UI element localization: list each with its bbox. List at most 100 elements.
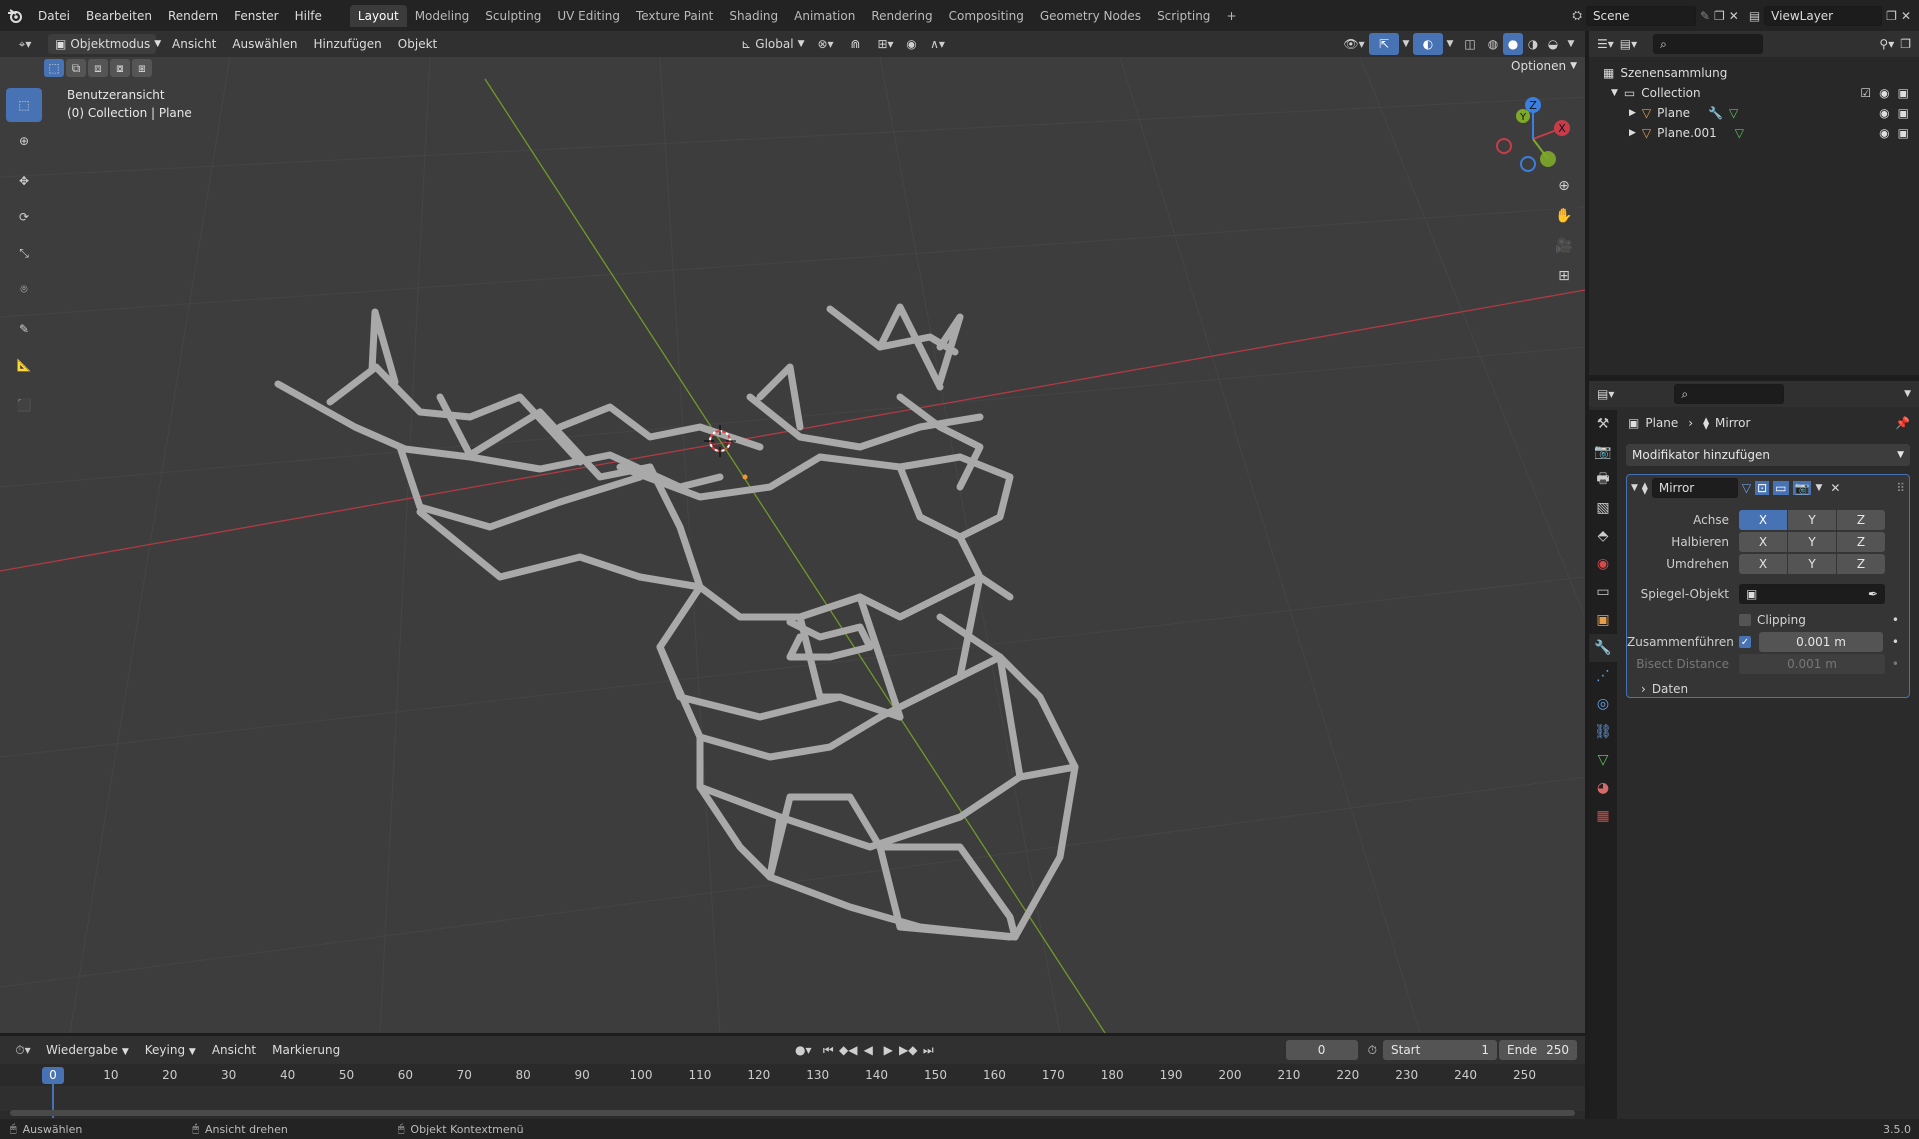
eye-icon[interactable]: ◉ (1879, 86, 1889, 100)
prev-keyframe-icon[interactable]: ◆◀ (838, 1039, 858, 1061)
flip-y-button[interactable]: Y (1788, 554, 1836, 574)
wireframe-shading-icon[interactable]: ◍ (1483, 33, 1503, 55)
menu-rendern[interactable]: Rendern (160, 5, 226, 27)
outliner-editor-icon[interactable]: ☰▾ (1597, 37, 1614, 51)
object-tab-icon[interactable]: ▣ (1589, 606, 1617, 634)
keyframe-dot-icon[interactable]: • (1892, 635, 1899, 649)
particles-tab-icon[interactable]: ⋰ (1589, 662, 1617, 690)
falloff-icon[interactable]: ∧▾ (923, 33, 953, 55)
constraints-tab-icon[interactable]: ⛓ (1589, 718, 1617, 746)
3d-viewport[interactable]: ⬚ ⧉ ⧈ ⧇ ⧆ Benutzeransicht (0) Collection… (0, 57, 1585, 1033)
outliner-row-plane-001[interactable]: ▶ ▽ Plane.001 ▽ ◉ ▣ (1595, 123, 1913, 143)
menu-bearbeiten[interactable]: Bearbeiten (78, 5, 160, 27)
menu-objekt[interactable]: Objekt (390, 33, 445, 55)
disclosure-closed-icon[interactable]: ▶ (1629, 108, 1636, 118)
new-scene-icon[interactable]: ❐ (1714, 9, 1725, 23)
checkbox-icon[interactable]: ☑ (1860, 86, 1871, 100)
camera-icon[interactable]: 🎥 (1551, 234, 1577, 258)
merge-distance-field[interactable]: 0.001 m (1759, 632, 1883, 652)
navigation-gizmo[interactable]: X Z Y (1488, 94, 1578, 184)
zoom-icon[interactable]: ⊕ (1551, 174, 1577, 198)
timeline-area[interactable]: 10 20 30 40 50 60 70 80 90 100 110 120 130 140 150 160 1… (0, 1064, 1585, 1119)
menu-hilfe[interactable]: Hilfe (287, 5, 330, 27)
render-tab-icon[interactable]: 📷 (1589, 438, 1617, 466)
tab-shading[interactable]: Shading (721, 5, 786, 27)
tab-modeling[interactable]: Modeling (407, 5, 478, 27)
jump-end-icon[interactable]: ⏭ (918, 1039, 938, 1061)
snap-icon[interactable]: ⋒ (841, 33, 871, 55)
filter-icon[interactable]: ⚲▾ (1879, 37, 1894, 51)
pivot-point-icon[interactable]: ⊗▾ (811, 33, 841, 55)
modifier-name-field[interactable]: Mirror (1651, 478, 1738, 498)
texture-tab-icon[interactable]: ▦ (1589, 802, 1617, 830)
chevron-down-icon[interactable]: ▼ (1815, 483, 1822, 493)
move-tool-icon[interactable]: ✥ (6, 164, 42, 198)
pin-icon[interactable]: ✎ (1700, 9, 1710, 23)
jump-start-icon[interactable]: ⏮ (818, 1039, 838, 1061)
material-shading-icon[interactable]: ◑ (1523, 33, 1543, 55)
end-frame-field[interactable]: Ende 250 (1499, 1040, 1577, 1060)
tab-scripting[interactable]: Scripting (1149, 5, 1218, 27)
merge-checkbox[interactable]: ✓ (1739, 636, 1751, 648)
mesh-data-icon[interactable]: ▽ (1735, 126, 1744, 140)
properties-editor-icon[interactable]: ▤▾ (1597, 387, 1614, 401)
transform-orientation-dropdown[interactable]: ⊾ Global ▼ (735, 37, 810, 51)
scene-name-field[interactable]: Scene (1585, 5, 1696, 26)
data-subpanel[interactable]: › Daten (1627, 675, 1909, 703)
editmode-icon[interactable]: ⊡ (1755, 481, 1770, 495)
menu-fenster[interactable]: Fenster (226, 5, 287, 27)
close-icon[interactable]: ✕ (1830, 481, 1840, 495)
tab-compositing[interactable]: Compositing (941, 5, 1032, 27)
rendered-shading-icon[interactable]: ◒ (1543, 33, 1563, 55)
mode-dropdown[interactable]: ▣ Objektmodus ▼ (48, 34, 161, 54)
snap-target-icon[interactable]: ⊞▾ (871, 33, 901, 55)
add-cube-tool-icon[interactable]: ⬛ (6, 388, 42, 422)
gizmo-dropdown-icon[interactable]: ▼ (1399, 33, 1413, 55)
view-layer-selector[interactable]: ▤ ViewLayer ❐ ✕ (1749, 5, 1911, 26)
chevron-down-icon[interactable]: ▼ (1904, 389, 1911, 399)
timeline-scrollbar[interactable] (10, 1110, 1575, 1116)
play-icon[interactable]: ▶ (878, 1039, 898, 1061)
axis-y-button[interactable]: Y (1788, 510, 1836, 530)
editor-type-icon[interactable]: ⌖▾ (8, 33, 42, 55)
view-layer-field[interactable]: ViewLayer (1764, 5, 1883, 26)
menu-wiedergabe[interactable]: Wiedergabe ▼ (38, 1039, 137, 1061)
bisect-z-button[interactable]: Z (1837, 532, 1885, 552)
outliner-row-scene-collection[interactable]: ▦ Szenensammlung (1595, 63, 1913, 83)
scene-tab-icon[interactable]: ⬘ (1589, 522, 1617, 550)
camera-render-icon[interactable]: ▣ (1898, 126, 1909, 140)
tab-layout[interactable]: Layout (349, 4, 407, 27)
properties-search-input[interactable]: ⌕ (1674, 384, 1785, 404)
visibility-icon[interactable]: 👁▾ (1339, 33, 1369, 55)
clipping-checkbox[interactable] (1739, 614, 1751, 626)
editmode-cage-icon[interactable]: ▽ (1742, 481, 1751, 495)
rotate-tool-icon[interactable]: ⟳ (6, 200, 42, 234)
playhead-frame-badge[interactable]: 0 (42, 1067, 64, 1084)
tab-geometry-nodes[interactable]: Geometry Nodes (1032, 5, 1149, 27)
tab-rendering[interactable]: Rendering (863, 5, 940, 27)
keyframe-dot-icon[interactable]: • (1892, 657, 1899, 671)
add-workspace-button[interactable]: + (1218, 5, 1244, 27)
data-tab-icon[interactable]: ▽ (1589, 746, 1617, 774)
flip-z-button[interactable]: Z (1837, 554, 1885, 574)
viewport-display-icon[interactable]: ▭ (1773, 481, 1789, 495)
keyframe-dot-icon[interactable]: • (1892, 613, 1899, 627)
timeline-editor-icon[interactable]: ⏱▾ (8, 1039, 38, 1061)
tab-animation[interactable]: Animation (786, 5, 863, 27)
cursor-tool-icon[interactable]: ⊕ (6, 124, 42, 158)
output-tab-icon[interactable]: 🖶 (1589, 466, 1617, 494)
stopwatch-icon[interactable]: ⏱ (1368, 1043, 1377, 1058)
eye-icon[interactable]: ◉ (1879, 106, 1889, 120)
disclosure-open-icon[interactable]: ▼ (1611, 88, 1618, 98)
scene-selector[interactable]: ⛭ Scene ✎ ❐ ✕ (1572, 5, 1739, 26)
menu-auswaehlen[interactable]: Auswählen (224, 33, 305, 55)
xray-icon[interactable]: ◫ (1457, 33, 1483, 55)
current-frame-field[interactable]: 0 (1285, 1040, 1358, 1060)
menu-datei[interactable]: Datei (30, 5, 78, 27)
proportional-edit-icon[interactable]: ◉ (901, 33, 923, 55)
tab-uv-editing[interactable]: UV Editing (549, 5, 628, 27)
bisect-x-button[interactable]: X (1739, 532, 1787, 552)
outliner-search-input[interactable]: ⌕ (1653, 34, 1764, 54)
physics-tab-icon[interactable]: ◎ (1589, 690, 1617, 718)
hand-pan-icon[interactable]: ✋ (1551, 204, 1577, 228)
